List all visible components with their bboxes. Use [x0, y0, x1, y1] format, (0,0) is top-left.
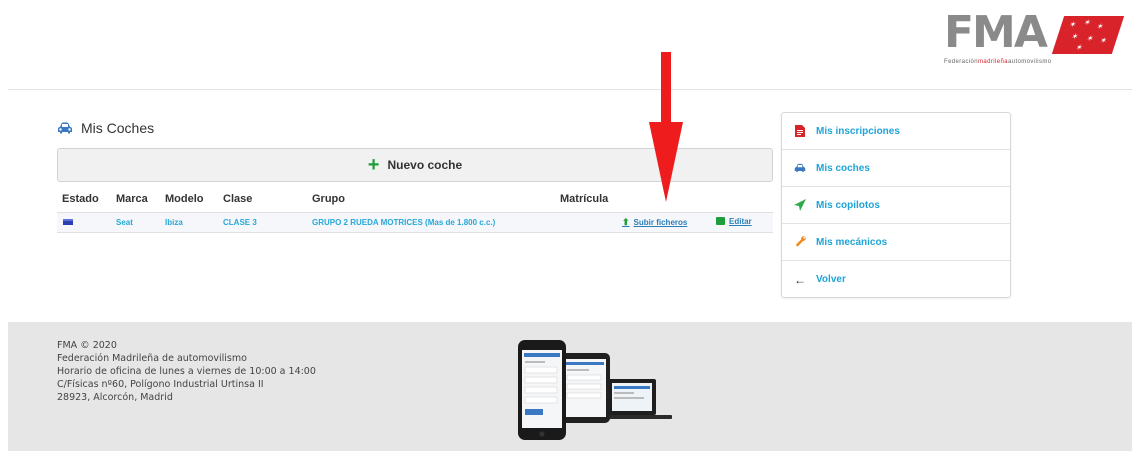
red-arrow-annotation — [649, 52, 683, 202]
header: FMA ✶ ✶ ✶ ✶ ✶ ✶ ✶ Federaciónmadrileñaautomov… — [0, 0, 1132, 90]
column-header-matricula: Matrícula — [560, 192, 609, 205]
edit-icon — [716, 217, 725, 226]
sidebar-item-mis-mecanicos[interactable]: Mis mecánicos — [782, 224, 1010, 261]
logo-stars-flag: ✶ ✶ ✶ ✶ ✶ ✶ ✶ — [1051, 16, 1125, 54]
section-title-text: Mis Coches — [81, 120, 155, 136]
grupo-cell: GRUPO 2 RUEDA MOTRICES (Mas de 1.800 c.c… — [312, 217, 496, 227]
document-icon — [794, 125, 806, 137]
upload-icon: ⬆ — [622, 216, 630, 227]
footer-copyright: FMA © 2020 — [57, 340, 117, 351]
sidebar-item-mis-copilotos[interactable]: Mis copilotos — [782, 187, 1010, 224]
column-header-estado: Estado — [62, 192, 99, 205]
devices-illustration — [510, 337, 675, 442]
car-icon — [794, 163, 806, 173]
estado-cell — [57, 212, 111, 232]
arrow-left-icon: ← — [794, 272, 806, 287]
footer-city: 28923, Alcorcón, Madrid — [57, 392, 173, 403]
paper-plane-icon — [794, 199, 806, 211]
marca-cell: Seat — [116, 217, 133, 227]
card-icon — [63, 218, 73, 225]
footer-hours: Horario de oficina de lunes a viernes de… — [57, 366, 316, 377]
sidebar-item-mis-inscripciones[interactable]: Mis inscripciones — [782, 113, 1010, 150]
column-header-grupo: Grupo — [312, 192, 345, 205]
sidebar-menu: Mis inscripciones Mis coches Mis copilot… — [781, 112, 1011, 298]
edit-cell: Editar — [711, 212, 773, 232]
edit-link[interactable]: Editar — [716, 217, 752, 226]
footer-address: C/Físicas nº60, Polígono Industrial Urti… — [57, 379, 264, 390]
page-title: Mis Coches — [57, 119, 154, 137]
matricula-cell — [555, 212, 617, 232]
column-header-modelo: Modelo — [165, 192, 204, 205]
sidebar-item-volver[interactable]: ← Volver — [782, 261, 1010, 298]
modelo-cell: Ibiza — [165, 217, 183, 227]
logo-tagline: Federaciónmadrileñaautomovilismo — [944, 59, 1052, 65]
table-row: Seat Ibiza CLASE 3 GRUPO 2 RUEDA MOTRICE… — [57, 212, 773, 232]
upload-files-link[interactable]: ⬆ Subir ficheros — [622, 217, 687, 228]
fma-logo[interactable]: FMA ✶ ✶ ✶ ✶ ✶ ✶ ✶ Federaciónmadrileñaautomov… — [944, 7, 1125, 66]
column-header-marca: Marca — [116, 192, 148, 205]
header-divider — [8, 89, 1132, 90]
new-car-label: Nuevo coche — [387, 158, 463, 172]
upload-cell: ⬆ Subir ficheros — [617, 212, 711, 232]
footer-org-name: Federación Madrileña de automovilismo — [57, 353, 247, 364]
car-icon — [57, 122, 73, 134]
clase-cell: CLASE 3 — [223, 217, 257, 227]
sidebar-item-mis-coches[interactable]: Mis coches — [782, 150, 1010, 187]
footer: FMA © 2020 Federación Madrileña de autom… — [8, 322, 1132, 451]
logo-letters: FMA — [944, 7, 1048, 58]
footer-info: FMA © 2020 Federación Madrileña de autom… — [57, 339, 316, 404]
column-header-clase: Clase — [223, 192, 253, 205]
plus-icon: + — [367, 154, 380, 176]
wrench-icon — [794, 236, 806, 248]
